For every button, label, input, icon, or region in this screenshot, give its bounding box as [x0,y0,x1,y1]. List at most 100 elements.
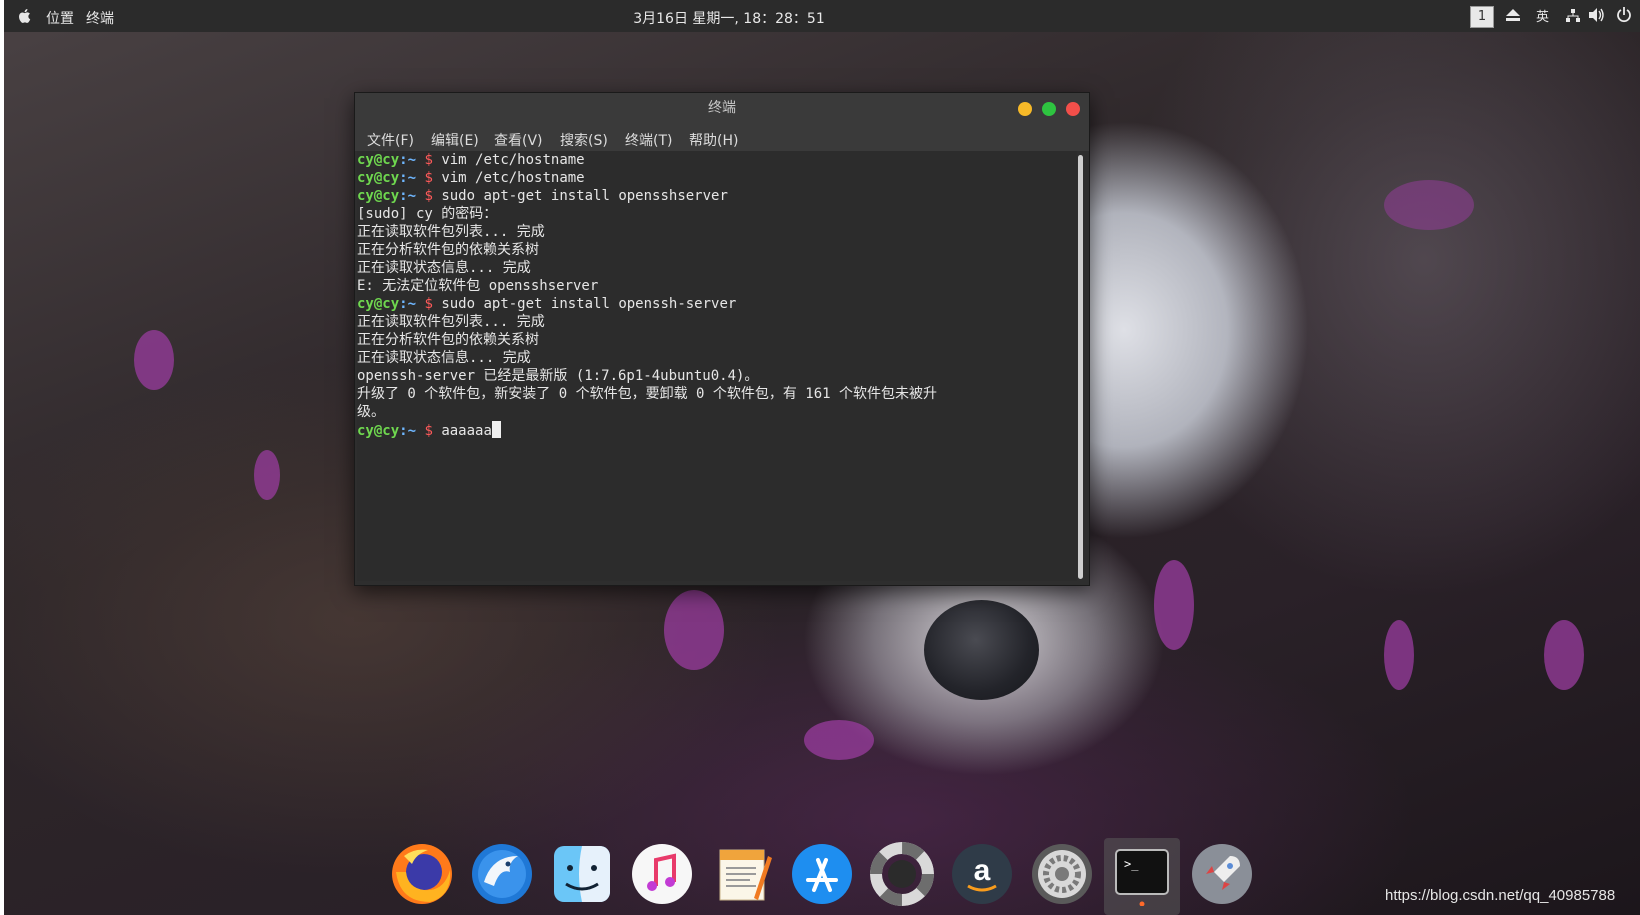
wallpaper-flower [664,590,724,670]
command-text: sudo apt-get install openssh-server [432,296,737,312]
terminal-scrollbar[interactable] [1078,155,1083,579]
terminal-output-line: 正在读取软件包列表... 完成 [357,223,1077,241]
prompt-user: cy@cy [357,170,400,186]
watermark: https://blog.csdn.net/qq_40985788 [1385,887,1616,904]
prompt-path: :~ [399,170,417,186]
music-icon[interactable] [630,842,694,906]
command-text: vim /etc/hostname [432,170,585,186]
prompt-dollar: $ [424,423,433,439]
wallpaper-flower [134,330,174,390]
output-text: 升级了 0 个软件包，新安装了 0 个软件包，要卸载 0 个软件包，有 161 … [357,386,937,402]
prompt-user: cy@cy [357,152,400,168]
close-button[interactable] [1066,102,1080,116]
prompt-path: :~ [399,152,417,168]
terminal-icon[interactable]: >_ [1110,842,1174,906]
network-icon[interactable] [1566,9,1580,23]
prompt-symbol: $ [416,296,433,312]
firefox-icon[interactable] [390,842,454,906]
settings-gear-icon[interactable] [1030,842,1094,906]
output-text: [sudo] cy 的密码： [357,206,498,222]
wallpaper-flower [1544,620,1584,690]
menu-search[interactable]: 搜索(S) [560,130,608,150]
output-text: E: 无法定位软件包 opensshserver [357,278,599,294]
maximize-button[interactable] [1042,102,1056,116]
amazon-icon[interactable]: a [950,842,1014,906]
prompt-dollar: $ [424,170,433,186]
prompt-symbol: $ [416,152,433,168]
browser-eagle-icon[interactable] [470,842,534,906]
wallpaper-flower [1154,560,1194,650]
prompt-dollar: $ [424,296,433,312]
prompt-user: cy@cy [357,423,400,439]
minimize-button[interactable] [1018,102,1032,116]
command-text: sudo apt-get install opensshserver [432,188,728,204]
terminal-window[interactable]: 终端 文件(F) 编辑(E) 查看(V) 搜索(S) 终端(T) 帮助(H) c… [354,92,1090,586]
finder-icon[interactable] [550,842,614,906]
terminal-output[interactable]: cy@cy:~ $ vim /etc/hostname cy@cy:~ $ vim… [357,151,1077,581]
terminal-titlebar[interactable]: 终端 [355,93,1089,125]
output-text: 级。 [357,404,385,420]
terminal-command-line: cy@cy:~ $ sudo apt-get install opensshse… [357,187,1077,205]
workspace-indicator[interactable]: 1 [1470,6,1494,28]
prompt-symbol: $ [416,423,433,439]
terminal-output-line: 级。 [357,403,1077,421]
terminal-output-line: 正在读取状态信息... 完成 [357,349,1077,367]
terminal-output-line: 升级了 0 个软件包，新安装了 0 个软件包，要卸载 0 个软件包，有 161 … [357,385,1077,403]
volume-icon[interactable] [1589,8,1605,22]
wallpaper-flower [254,450,280,500]
prompt-symbol: $ [416,170,433,186]
prompt-user: cy@cy [357,296,400,312]
output-text: 正在分析软件包的依赖关系树 [357,332,539,348]
menu-terminal[interactable]: 终端(T) [625,130,672,150]
terminal-command-line: cy@cy:~ $ aaaaaa [357,421,1077,439]
output-text: 正在读取状态信息... 完成 [357,350,531,366]
prompt-user: cy@cy [357,188,400,204]
terminal-menubar: 文件(F) 编辑(E) 查看(V) 搜索(S) 终端(T) 帮助(H) [355,125,1089,151]
output-text: 正在分析软件包的依赖关系树 [357,242,539,258]
prompt-symbol: $ [416,188,433,204]
output-text: 正在读取状态信息... 完成 [357,260,531,276]
terminal-output-line: E: 无法定位软件包 opensshserver [357,277,1077,295]
output-text: 正在读取软件包列表... 完成 [357,314,545,330]
input-method-indicator[interactable]: 英 [1536,6,1549,25]
top-panel: 位置 终端 3月16日 星期一, 18：28：51 1 英 [4,0,1640,32]
menu-view[interactable]: 查看(V) [494,130,543,150]
terminal-command-line: cy@cy:~ $ vim /etc/hostname [357,169,1077,187]
terminal-output-line: 正在分析软件包的依赖关系树 [357,331,1077,349]
window-title: 终端 [708,100,736,116]
terminal-output-line: 正在读取软件包列表... 完成 [357,313,1077,331]
help-lifebuoy-icon[interactable] [870,842,934,906]
menu-help[interactable]: 帮助(H) [689,130,738,150]
prompt-path: :~ [399,423,417,439]
svg-text:a: a [974,854,991,887]
terminal-output-line: 正在分析软件包的依赖关系树 [357,241,1077,259]
wallpaper-dog-nose [924,600,1039,700]
terminal-command-line: cy@cy:~ $ vim /etc/hostname [357,151,1077,169]
prompt-path: :~ [399,188,417,204]
prompt-dollar: $ [424,188,433,204]
prompt-dollar: $ [424,152,433,168]
command-text: aaaaaa [432,423,492,439]
eject-icon[interactable] [1506,9,1520,21]
launchpad-rocket-icon[interactable] [1190,842,1254,906]
menu-edit[interactable]: 编辑(E) [431,130,479,150]
pages-icon[interactable] [710,842,774,906]
terminal-cursor [491,421,501,438]
svg-text:>_: >_ [1124,857,1139,871]
prompt-path: :~ [399,296,417,312]
terminal-command-line: cy@cy:~ $ sudo apt-get install openssh-s… [357,295,1077,313]
dock: a >_ [378,836,1252,915]
output-text: 正在读取软件包列表... 完成 [357,224,545,240]
output-text: openssh-server 已经是最新版 (1:7.6p1-4ubuntu0.… [357,368,759,384]
wallpaper-flower [1384,620,1414,690]
wallpaper-flower [1384,180,1474,230]
app-store-icon[interactable] [790,842,854,906]
power-icon[interactable] [1616,7,1632,23]
terminal-output-line: openssh-server 已经是最新版 (1:7.6p1-4ubuntu0.… [357,367,1077,385]
clock[interactable]: 3月16日 星期一, 18：28：51 [4,8,1454,28]
command-text: vim /etc/hostname [432,152,585,168]
wallpaper-flower [804,720,874,760]
terminal-output-line: [sudo] cy 的密码： [357,205,1077,223]
terminal-output-line: 正在读取状态信息... 完成 [357,259,1077,277]
menu-file[interactable]: 文件(F) [367,130,414,150]
